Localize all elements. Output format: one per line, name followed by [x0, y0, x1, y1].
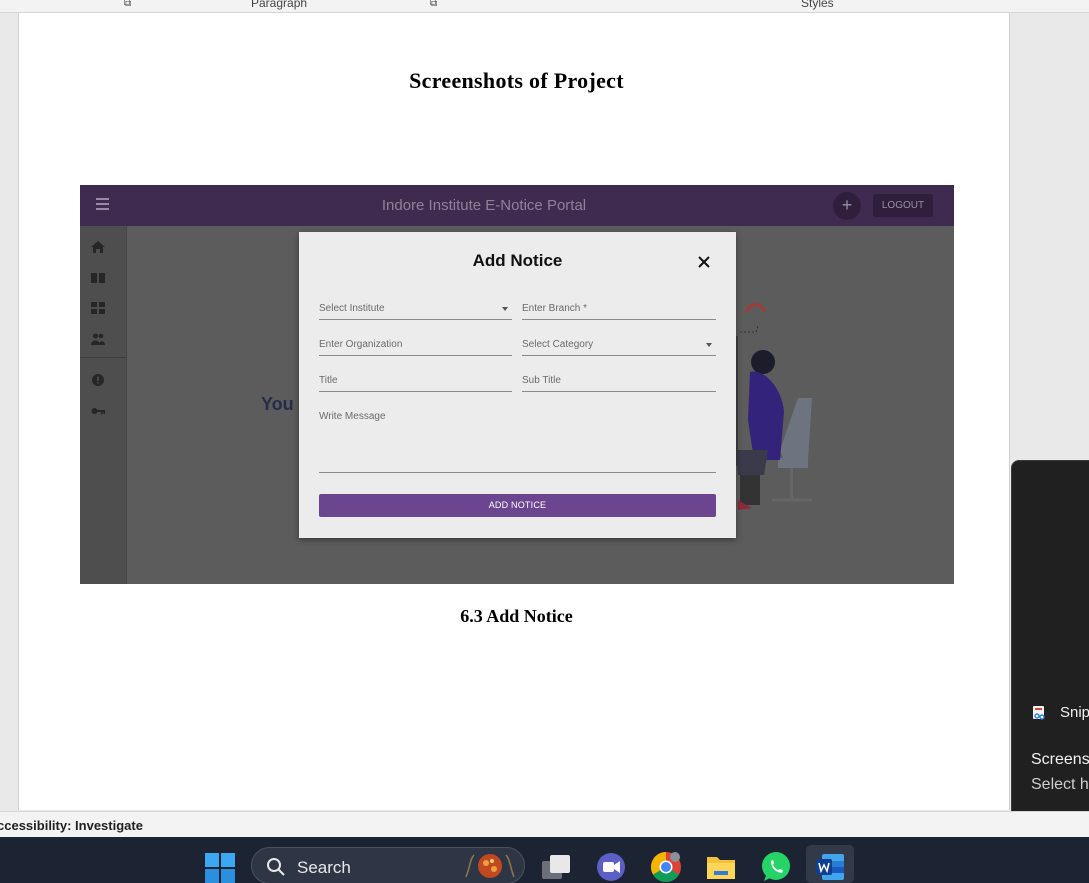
title-input-label: Title	[319, 375, 338, 386]
search-icon	[267, 858, 285, 876]
whatsapp-icon[interactable]	[760, 851, 792, 883]
font-dialog-launcher-icon[interactable]: ⧉	[124, 0, 131, 9]
accessibility-status[interactable]: ccessibility: Investigate	[0, 818, 143, 833]
chat-icon[interactable]	[595, 851, 627, 883]
status-bar: ccessibility: Investigate	[0, 811, 1089, 837]
message-textarea-label: Write Message	[319, 411, 386, 422]
subtitle-input-label: Sub Title	[522, 375, 561, 386]
close-icon	[698, 256, 710, 268]
search-label: Search	[297, 858, 351, 877]
paragraph-dialog-launcher-icon[interactable]: ⧉	[430, 0, 437, 9]
notification-app-name: Snip	[1060, 704, 1089, 721]
search-highlight-icon	[465, 854, 515, 878]
app-sidebar	[80, 226, 127, 584]
message-textarea: Write Message	[319, 404, 716, 473]
figure-caption: 6.3 Add Notice	[460, 606, 573, 626]
sidebar-divider	[80, 357, 127, 358]
add-notice-button: ADD NOTICE	[319, 494, 716, 517]
category-select: Select Category	[522, 332, 716, 356]
book-icon	[91, 273, 105, 283]
institute-select-label: Select Institute	[319, 303, 385, 314]
windows-start-icon[interactable]	[205, 853, 235, 883]
chevron-down-icon	[706, 343, 712, 347]
snipping-tool-icon	[1033, 706, 1045, 720]
home-icon	[91, 241, 105, 253]
subtitle-input: Sub Title	[522, 368, 716, 392]
embedded-screenshot[interactable]: Indore Institute E-Notice Portal + LOGOU…	[80, 185, 954, 584]
file-explorer-icon[interactable]	[705, 851, 737, 883]
logout-button: LOGOUT	[873, 194, 933, 217]
category-select-label: Select Category	[522, 339, 594, 350]
welcome-text-fragment: You	[261, 394, 294, 414]
notification-body: Select h	[1031, 776, 1089, 793]
info-icon	[92, 374, 104, 386]
app-bar: Indore Institute E-Notice Portal + LOGOU…	[80, 185, 954, 226]
ribbon-group-paragraph: Paragraph	[251, 0, 308, 10]
key-icon	[91, 408, 105, 415]
title-input: Title	[319, 368, 512, 392]
add-notice-dialog: Add Notice Select Institute Enter Branch…	[299, 232, 736, 538]
dialog-title: Add Notice	[472, 251, 563, 270]
word-icon[interactable]	[814, 851, 846, 883]
task-view-icon[interactable]	[540, 851, 572, 883]
organization-input: Enter Organization	[319, 332, 512, 356]
chevron-down-icon	[502, 307, 508, 311]
screen: ⧉ Paragraph ⧉ Styles Screenshots of Proj…	[0, 0, 1089, 883]
dashboard-icon	[91, 302, 105, 314]
branch-input-label: Enter Branch *	[522, 303, 588, 314]
ribbon-group-styles: Styles	[801, 0, 834, 10]
app-title: Indore Institute E-Notice Portal	[381, 197, 587, 214]
branch-input: Enter Branch *	[522, 296, 716, 320]
chrome-icon[interactable]	[650, 851, 682, 883]
taskbar-search-box[interactable]: Search	[251, 847, 525, 883]
taskbar: Search	[0, 837, 1089, 883]
organization-input-label: Enter Organization	[319, 339, 403, 350]
people-icon	[91, 333, 105, 345]
ribbon-strip: ⧉ Paragraph ⧉ Styles	[0, 0, 1089, 13]
document-heading: Screenshots of Project	[409, 68, 624, 93]
person-at-desk-illustration	[734, 303, 812, 510]
institute-select: Select Institute	[319, 296, 512, 320]
notification-title: Screens	[1031, 751, 1089, 768]
add-button: +	[833, 192, 861, 220]
snipping-tool-notification[interactable]: Snip Screens Select h	[1011, 460, 1089, 820]
